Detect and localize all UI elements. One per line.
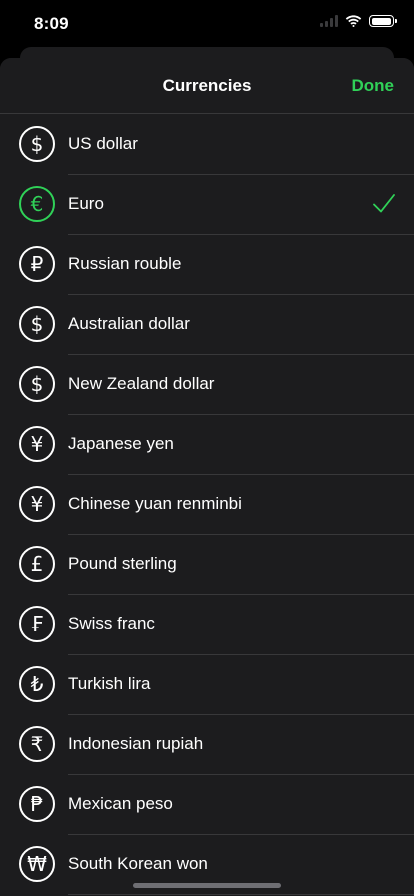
currency-name: Australian dollar (68, 314, 190, 333)
status-icons (320, 15, 397, 27)
rupee-sign-icon: ₹ (19, 726, 55, 762)
currency-row[interactable]: ₹ Indonesian rupiah (0, 714, 414, 774)
won-sign-icon: ₩ (19, 846, 55, 882)
currency-row[interactable]: £ Pound sterling (0, 534, 414, 594)
euro-sign-icon: € (19, 186, 55, 222)
lira-sign-icon: ₺ (19, 666, 55, 702)
currency-row[interactable]: € Euro (0, 174, 414, 234)
cellular-signal-icon (320, 15, 338, 27)
currency-name: New Zealand dollar (68, 374, 215, 393)
dollar-sign-icon: $ (19, 306, 55, 342)
peso-sign-icon: ₱ (19, 786, 55, 822)
currency-name: Swiss franc (68, 614, 155, 633)
currency-row[interactable]: ¥ Japanese yen (0, 414, 414, 474)
currency-name: Indonesian rupiah (68, 734, 204, 753)
checkmark-icon (373, 194, 395, 213)
pound-sign-icon: £ (19, 546, 55, 582)
battery-icon (369, 15, 397, 27)
currency-name: Chinese yuan renminbi (68, 494, 242, 513)
yuan-sign-icon: ¥ (19, 486, 55, 522)
ruble-sign-icon: ₽ (19, 246, 55, 282)
home-indicator (133, 883, 281, 888)
screen: 8:09 Currencies Done $ US dollar € Euro ₽ Rus… (0, 0, 414, 896)
currencies-sheet: Currencies Done $ US dollar € Euro ₽ Russian … (0, 58, 414, 896)
currency-row[interactable]: ₽ Russian rouble (0, 234, 414, 294)
currency-list: $ US dollar € Euro ₽ Russian rouble $ Australia… (0, 114, 414, 896)
currency-name: Japanese yen (68, 434, 174, 453)
currency-name: Russian rouble (68, 254, 182, 273)
currency-row[interactable]: $ Australian dollar (0, 294, 414, 354)
wifi-icon (345, 15, 362, 27)
currency-row[interactable]: $ US dollar (0, 114, 414, 174)
done-button[interactable]: Done (352, 76, 395, 96)
battery-level (371, 17, 391, 25)
currency-name: Mexican peso (68, 794, 173, 813)
dollar-sign-icon: $ (19, 126, 55, 162)
currency-row[interactable]: ₱ Mexican peso (0, 774, 414, 834)
nav-bar: Currencies Done (0, 58, 414, 114)
currency-row[interactable]: ₣ Swiss franc (0, 594, 414, 654)
currency-row[interactable]: $ New Zealand dollar (0, 354, 414, 414)
currency-row[interactable]: ¥ Chinese yuan renminbi (0, 474, 414, 534)
currency-name: Turkish lira (68, 674, 151, 693)
franc-sign-icon: ₣ (19, 606, 55, 642)
status-time: 8:09 (34, 14, 69, 33)
dollar-sign-icon: $ (19, 366, 55, 402)
currency-name: Euro (68, 194, 104, 213)
currency-name: Pound sterling (68, 554, 177, 573)
status-bar: 8:09 (0, 0, 414, 48)
currency-name: US dollar (68, 134, 138, 153)
currency-row[interactable]: ₺ Turkish lira (0, 654, 414, 714)
yen-sign-icon: ¥ (19, 426, 55, 462)
